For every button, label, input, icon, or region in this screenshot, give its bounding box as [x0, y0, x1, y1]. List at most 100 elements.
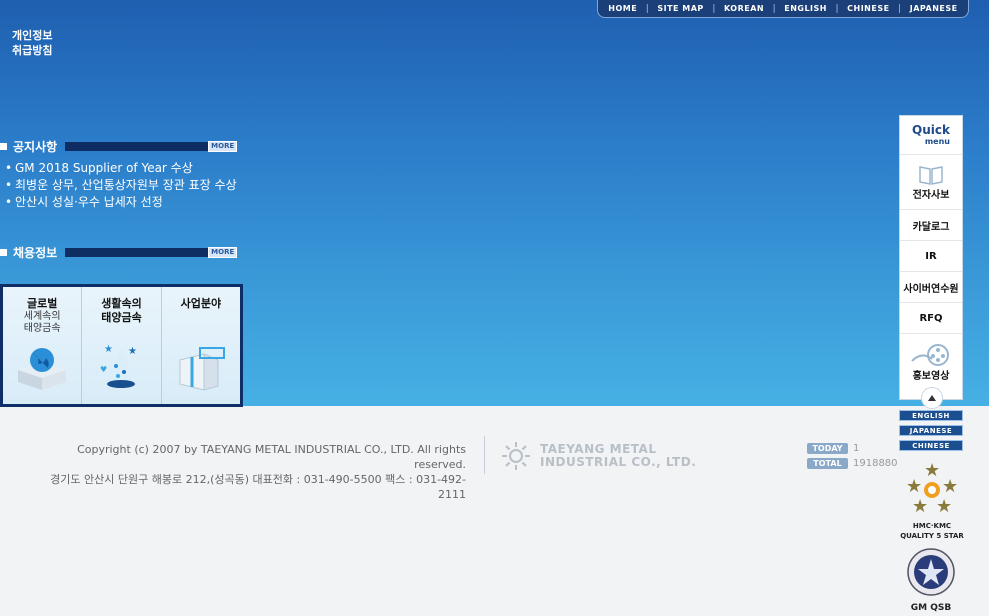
- footer-divider: [484, 436, 485, 474]
- business-title: 글로벌: [26, 297, 58, 310]
- recruit-more-button[interactable]: MORE: [208, 246, 238, 258]
- notice-list: • GM 2018 Supplier of Year 수상 • 최병운 상무, 산업…: [5, 160, 240, 211]
- svg-text:★: ★: [942, 476, 958, 497]
- visitor-counter: TODAY 1 TOTAL 1918880: [807, 443, 898, 473]
- business-field[interactable]: 사업분야: [160, 287, 240, 404]
- globe-box-icon: [18, 348, 67, 390]
- quick-menu-subtitle: menu: [924, 137, 950, 146]
- bullet-square-icon: [0, 248, 7, 256]
- list-item[interactable]: • GM 2018 Supplier of Year 수상: [5, 160, 240, 176]
- film-reel-icon: [911, 344, 949, 366]
- footer-logo: TAEYANG METAL INDUSTRIAL CO., LTD.: [500, 440, 696, 472]
- notice-item-text: 최병운 상무, 산업통상자원부 장관 표장 수상: [15, 178, 237, 192]
- nav-separator: |: [645, 3, 649, 14]
- counter-total: TOTAL 1918880: [807, 458, 898, 469]
- quick-item-label: 사이버연수원: [903, 283, 959, 295]
- hmc-award[interactable]: ★ ★ ★ ★ ★ HMC·KMC QUALITY 5 STAR: [899, 458, 965, 540]
- svg-text:★: ★: [906, 476, 922, 497]
- svg-text:★: ★: [924, 460, 940, 481]
- quick-item-cyber-training[interactable]: 사이버연수원: [900, 271, 962, 302]
- bullet-dot-icon: •: [5, 195, 13, 209]
- svg-text:★: ★: [912, 496, 928, 516]
- today-label: TODAY: [807, 443, 848, 454]
- svg-text:★: ★: [104, 344, 113, 355]
- nav-home[interactable]: HOME: [608, 4, 637, 13]
- book-icon: [919, 165, 943, 185]
- sun-logo-icon: [502, 442, 530, 470]
- counter-today: TODAY 1: [807, 443, 898, 454]
- recruit-header: 채용정보 MORE: [0, 244, 238, 261]
- total-label: TOTAL: [807, 458, 848, 469]
- party-hat-icon: ★ ★ ♥: [100, 344, 137, 388]
- language-buttons: ENGLISH JAPANESE CHINESE: [899, 410, 963, 455]
- quick-menu: Quick menu 전자사보 카달로그 IR 사이버연수원 RFQ 홍보영상: [899, 115, 963, 409]
- quick-item-label: 전자사보: [912, 189, 950, 201]
- logo-line2: INDUSTRIAL CO., LTD.: [540, 455, 697, 469]
- gm-qsb-seal-icon: [907, 548, 955, 596]
- notice-header: 공지사항 MORE: [0, 138, 238, 155]
- business-global[interactable]: 글로벌 세계속의 태양금속: [3, 287, 81, 404]
- quick-item-newsletter[interactable]: 전자사보: [900, 154, 962, 209]
- quick-item-ir[interactable]: IR: [900, 240, 962, 271]
- nav-separator: |: [712, 3, 716, 14]
- business-banner: 글로벌 세계속의 태양금속 생활속의 태양금속 ★ ★ ♥ 사업분야: [0, 284, 243, 407]
- nav-japanese[interactable]: JAPANESE: [910, 4, 958, 13]
- today-value: 1: [853, 443, 860, 454]
- header-bar: [65, 247, 209, 257]
- quick-item-rfq[interactable]: RFQ: [900, 302, 962, 333]
- lang-english-button[interactable]: ENGLISH: [899, 410, 963, 421]
- business-life[interactable]: 생활속의 태양금속 ★ ★ ♥: [81, 287, 160, 404]
- svg-text:★: ★: [936, 496, 952, 516]
- privacy-policy-link[interactable]: 개인정보 취급방침: [12, 28, 72, 58]
- gift-box-icon: [179, 347, 225, 391]
- nav-korean[interactable]: KOREAN: [724, 4, 764, 13]
- recruit-title[interactable]: 채용정보: [13, 244, 57, 261]
- quick-item-label: IR: [925, 250, 937, 262]
- list-item[interactable]: • 안산시 성실·우수 납세자 선정: [5, 194, 240, 210]
- footer-info: Copyright (c) 2007 by TAEYANG METAL INDU…: [24, 442, 466, 502]
- business-title: 사업분야: [180, 297, 222, 310]
- total-value: 1918880: [853, 458, 898, 469]
- quick-item-label: RFQ: [919, 312, 943, 324]
- top-nav: HOME | SITE MAP | KOREAN | ENGLISH | CHI…: [597, 0, 969, 18]
- list-item[interactable]: • 최병운 상무, 산업통상자원부 장관 표장 수상: [5, 177, 240, 193]
- svg-text:★: ★: [128, 346, 137, 357]
- privacy-line1: 개인정보: [12, 29, 53, 42]
- scroll-top-button[interactable]: [921, 387, 943, 409]
- business-title: 생활속의: [101, 297, 142, 310]
- quick-item-catalog[interactable]: 카달로그: [900, 209, 962, 240]
- business-sub: 태양금속: [23, 323, 61, 334]
- lang-chinese-button[interactable]: CHINESE: [899, 440, 963, 451]
- footer-logo-text: TAEYANG METAL INDUSTRIAL CO., LTD.: [540, 443, 696, 469]
- footer-copyright: Copyright (c) 2007 by TAEYANG METAL INDU…: [77, 443, 466, 471]
- header-bar: [65, 141, 209, 151]
- bullet-dot-icon: •: [5, 178, 13, 192]
- notice-item-text: 안산시 성실·우수 납세자 선정: [15, 195, 163, 209]
- bullet-dot-icon: •: [5, 161, 13, 175]
- notice-more-button[interactable]: MORE: [208, 140, 238, 152]
- lang-japanese-button[interactable]: JAPANESE: [899, 425, 963, 436]
- svg-text:♥: ♥: [100, 365, 107, 374]
- nav-sitemap[interactable]: SITE MAP: [657, 4, 703, 13]
- gm-qsb-caption: GM QSB: [910, 603, 952, 613]
- business-sub: 세계속의: [23, 311, 61, 322]
- nav-english[interactable]: ENGLISH: [784, 4, 827, 13]
- five-star-emblem-icon: ★ ★ ★ ★ ★: [906, 460, 958, 517]
- nav-separator: |: [898, 3, 902, 14]
- arrow-up-icon: [928, 395, 936, 401]
- quick-item-promo-video[interactable]: 홍보영상: [900, 333, 962, 391]
- privacy-line2: 취급방침: [12, 44, 53, 57]
- bullet-square-icon: [0, 142, 7, 150]
- footer-address: 경기도 안산시 단원구 해봉로 212,(성곡동) 대표전화 : 031-490…: [50, 473, 466, 501]
- quick-item-label: 카달로그: [912, 221, 950, 233]
- quick-item-label: 홍보영상: [912, 371, 950, 382]
- notice-item-text: GM 2018 Supplier of Year 수상: [15, 161, 193, 175]
- quick-menu-title: Quick: [912, 123, 950, 137]
- hmc-caption1: HMC·KMC: [912, 522, 952, 530]
- business-sub: 태양금속: [101, 311, 142, 324]
- quick-menu-header: Quick menu: [900, 116, 962, 154]
- nav-chinese[interactable]: CHINESE: [847, 4, 889, 13]
- notice-title[interactable]: 공지사항: [13, 138, 57, 155]
- gm-qsb-award[interactable]: GM QSB: [899, 547, 963, 613]
- hmc-caption2: QUALITY 5 STAR: [900, 532, 964, 540]
